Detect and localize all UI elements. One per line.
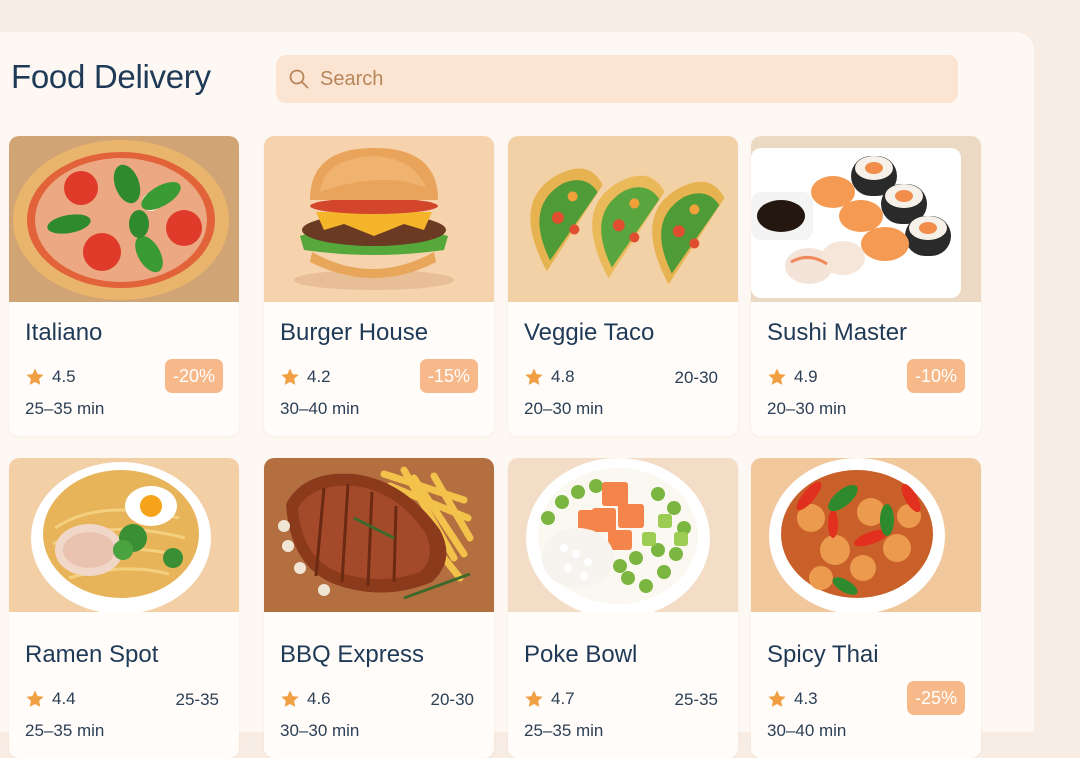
restaurant-card-sushi-master[interactable]: Sushi Master 4.9 -10% 20–30 min xyxy=(751,136,981,436)
star-icon xyxy=(280,689,300,709)
ribs-icon xyxy=(264,458,494,624)
star-icon xyxy=(280,367,300,387)
rating-value: 4.7 xyxy=(551,689,575,708)
eta-range: 20-30 xyxy=(430,690,474,709)
rating: 4.3 xyxy=(767,689,818,709)
restaurant-card-ramen-spot[interactable]: Ramen Spot 4.4 25-35 25–35 min xyxy=(9,458,239,758)
restaurant-name: Sushi Master xyxy=(767,319,908,346)
page-title: Food Delivery xyxy=(11,58,211,95)
star-icon xyxy=(767,689,787,709)
rating: 4.9 xyxy=(767,367,818,387)
rating: 4.5 xyxy=(25,367,76,387)
rating-value: 4.4 xyxy=(52,689,76,708)
restaurant-name: Italiano xyxy=(25,319,103,346)
search-bar[interactable] xyxy=(276,55,958,103)
restaurant-card-veggie-taco[interactable]: Veggie Taco 4.8 20-30 20–30 min xyxy=(508,136,738,436)
discount-badge: -25% xyxy=(906,681,965,715)
rating-value: 4.6 xyxy=(307,689,331,708)
delivery-time: 25–35 min xyxy=(524,721,604,740)
rating: 4.8 xyxy=(524,367,575,387)
rating-value: 4.5 xyxy=(52,367,76,386)
rating: 4.4 xyxy=(25,689,76,709)
pizza-icon xyxy=(9,136,239,302)
restaurant-card-spicy-thai[interactable]: Spicy Thai 4.3 -25% 30–40 min xyxy=(751,458,981,758)
star-icon xyxy=(25,367,45,387)
delivery-time: 25–35 min xyxy=(25,721,105,740)
rating-value: 4.3 xyxy=(794,689,818,708)
delivery-time: 30–40 min xyxy=(280,399,360,418)
burger-icon xyxy=(264,136,494,302)
star-icon xyxy=(25,689,45,709)
restaurant-card-burger-house[interactable]: Burger House 4.2 -15% 30–40 min xyxy=(264,136,494,436)
eta-range: 25-35 xyxy=(175,690,219,709)
search-input[interactable] xyxy=(320,67,920,91)
rating-value: 4.8 xyxy=(551,367,575,386)
poke-bowl-icon xyxy=(508,458,738,624)
restaurant-card-poke-bowl[interactable]: Poke Bowl 4.7 25-35 25–35 min xyxy=(508,458,738,758)
taco-icon xyxy=(508,136,738,302)
delivery-time: 30–40 min xyxy=(767,721,847,740)
restaurant-name: Spicy Thai xyxy=(767,641,879,668)
rating: 4.6 xyxy=(280,689,331,709)
ramen-icon xyxy=(9,458,239,624)
rating-value: 4.9 xyxy=(794,367,818,386)
sushi-icon xyxy=(751,136,981,302)
restaurant-name: Poke Bowl xyxy=(524,641,638,668)
restaurant-name: Burger House xyxy=(280,319,429,346)
restaurant-card-italiano[interactable]: Italiano 4.5 -20% 25–35 min xyxy=(9,136,239,436)
restaurant-name: Veggie Taco xyxy=(524,319,655,346)
curry-bowl-icon xyxy=(751,458,981,624)
delivery-time: 30–30 min xyxy=(280,721,360,740)
eta-range: 25-35 xyxy=(674,690,718,709)
restaurant-card-bbq-express[interactable]: BBQ Express 4.6 20-30 30–30 min xyxy=(264,458,494,758)
restaurant-name: Ramen Spot xyxy=(25,641,159,668)
discount-badge: -10% xyxy=(906,359,965,393)
delivery-time: 20–30 min xyxy=(524,399,604,418)
delivery-time: 20–30 min xyxy=(767,399,847,418)
rating-value: 4.2 xyxy=(307,367,331,386)
delivery-time: 25–35 min xyxy=(25,399,105,418)
discount-badge: -15% xyxy=(419,359,478,393)
search-icon xyxy=(288,68,310,90)
restaurant-name: BBQ Express xyxy=(280,641,425,668)
star-icon xyxy=(524,689,544,709)
star-icon xyxy=(767,367,787,387)
discount-badge: -20% xyxy=(164,359,223,393)
rating: 4.2 xyxy=(280,367,331,387)
star-icon xyxy=(524,367,544,387)
eta-range: 20-30 xyxy=(674,368,718,387)
rating: 4.7 xyxy=(524,689,575,709)
